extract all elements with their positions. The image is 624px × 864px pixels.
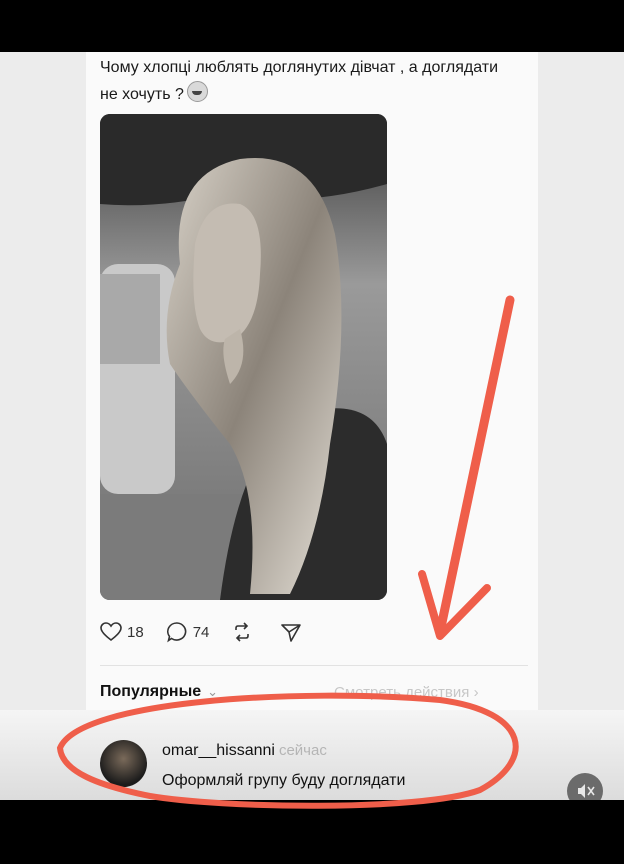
- comment-icon: [166, 622, 187, 643]
- chevron-down-icon: ⌄: [207, 684, 219, 699]
- comment-username[interactable]: omar__hissanni: [162, 742, 275, 759]
- post-actions-bar: 18 74: [100, 618, 329, 646]
- like-count: 18: [127, 623, 144, 641]
- post-photo[interactable]: [100, 114, 387, 600]
- heart-icon: [100, 622, 122, 642]
- repost-icon: [235, 622, 250, 642]
- comment-header: omar__hissanni сейчас: [162, 742, 327, 760]
- comment-button[interactable]: 74: [166, 621, 210, 643]
- top-black-bar: [0, 0, 624, 52]
- comment-time: сейчас: [278, 742, 327, 759]
- post-text-content: Чому хлопці люблять доглянутих дівчат , …: [100, 59, 499, 103]
- repost-button[interactable]: [231, 621, 258, 643]
- view-actions-label: Смотреть действия: [334, 684, 470, 701]
- comment-count: 74: [192, 623, 210, 641]
- popular-label: Популярные: [100, 683, 202, 700]
- bottom-black-bar: [0, 800, 624, 864]
- photo-illustration: [100, 114, 387, 600]
- popular-sort-dropdown[interactable]: Популярные ⌄: [100, 683, 218, 701]
- send-icon: [281, 624, 302, 642]
- post-text: Чому хлопці люблять доглянутих дівчат , …: [100, 54, 510, 108]
- chevron-right-icon: ›: [473, 684, 479, 701]
- comment-text: Оформляй групу буду доглядати: [162, 772, 406, 789]
- view-actions-link[interactable]: Смотреть действия ›: [334, 684, 479, 701]
- grinning-sweat-emoji-icon: [186, 81, 208, 102]
- divider: [100, 665, 528, 666]
- share-button[interactable]: [280, 621, 307, 643]
- like-button[interactable]: 18: [100, 622, 144, 642]
- avatar[interactable]: [100, 740, 147, 787]
